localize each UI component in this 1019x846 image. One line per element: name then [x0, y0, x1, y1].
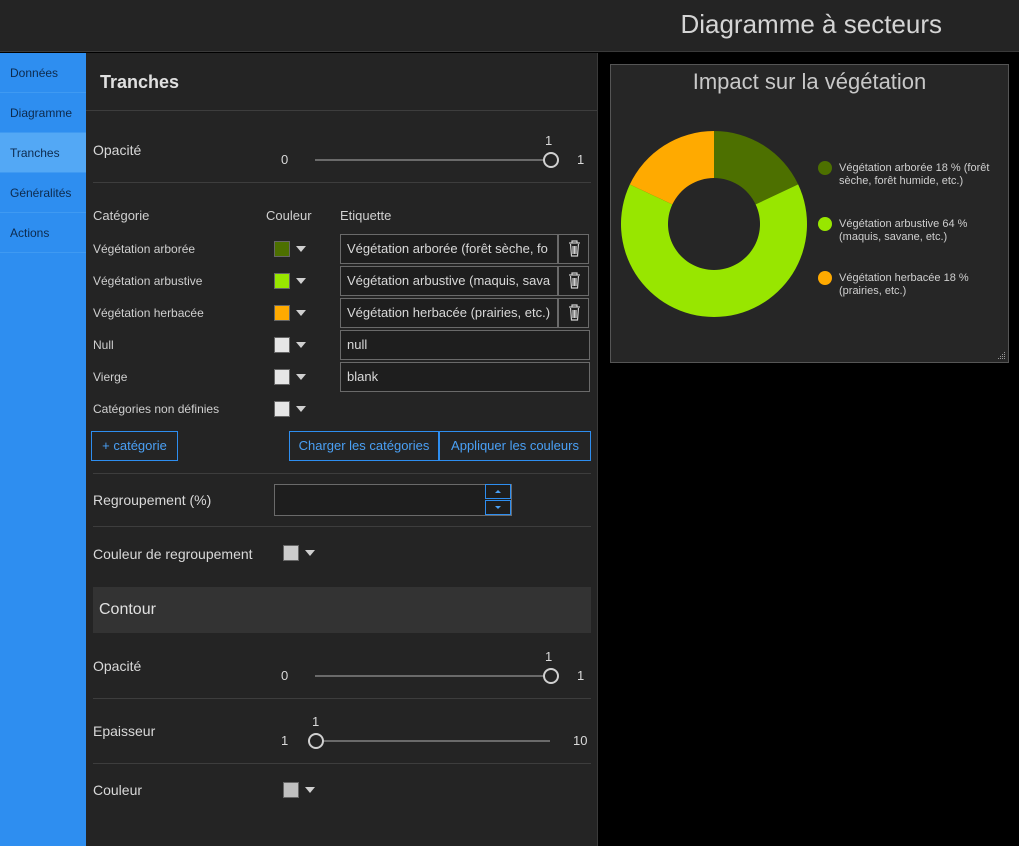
outline-opacity-min: 0 — [281, 668, 289, 683]
opacity-min: 0 — [281, 152, 289, 167]
chart-area: Impact sur la végétation Végétation arbo… — [599, 53, 1019, 846]
nav-item-tranches[interactable]: Tranches — [0, 133, 86, 173]
color-swatch[interactable] — [274, 305, 290, 321]
load-categories-button[interactable]: Charger les catégories — [289, 431, 439, 461]
category-name: Catégories non définies — [93, 402, 220, 416]
pie-slice[interactable] — [621, 184, 807, 317]
chevron-down-icon[interactable] — [305, 550, 315, 556]
chevron-down-icon[interactable] — [296, 310, 306, 316]
thickness-max: 10 — [573, 733, 588, 748]
divider — [93, 473, 591, 474]
slider-thumb[interactable] — [543, 152, 559, 168]
grouping-input[interactable] — [274, 484, 512, 516]
side-navigation: Données Diagramme Tranches Généralités A… — [0, 53, 86, 846]
color-swatch[interactable] — [274, 401, 290, 417]
delete-button[interactable] — [558, 234, 589, 264]
chevron-down-icon[interactable] — [305, 787, 315, 793]
app-title: Diagramme à secteurs — [680, 9, 942, 39]
thickness-value: 1 — [312, 714, 320, 729]
label-header: Etiquette — [340, 208, 392, 223]
grouping-label: Regroupement (%) — [93, 492, 212, 508]
increment-button[interactable] — [485, 484, 511, 499]
outline-color-swatch[interactable] — [283, 782, 299, 798]
chart-container: Impact sur la végétation Végétation arbo… — [610, 64, 1009, 363]
outline-opacity-label: Opacité — [93, 658, 142, 674]
nav-item-generalites[interactable]: Généralités — [0, 173, 86, 213]
slider-thumb[interactable] — [543, 668, 559, 684]
opacity-max: 1 — [577, 152, 585, 167]
chevron-down-icon[interactable] — [296, 374, 306, 380]
nav-item-diagramme[interactable]: Diagramme — [0, 93, 86, 133]
nav-item-actions[interactable]: Actions — [0, 213, 86, 253]
thickness-min: 1 — [281, 733, 289, 748]
chevron-down-icon[interactable] — [296, 246, 306, 252]
outline-color-label: Couleur — [93, 782, 143, 798]
outline-section-header: Contour — [93, 587, 591, 633]
settings-panel: Tranches Opacité 0 1 1 Catégorie Couleur… — [86, 53, 598, 846]
app-header: Diagramme à secteurs — [0, 0, 1019, 52]
decrement-button[interactable] — [485, 500, 511, 515]
outline-opacity-max: 1 — [577, 668, 585, 683]
legend-swatch — [818, 271, 832, 285]
color-swatch[interactable] — [274, 241, 290, 257]
panel-title: Tranches — [86, 53, 597, 111]
nav-item-donnees[interactable]: Données — [0, 53, 86, 93]
outline-opacity-value: 1 — [545, 649, 553, 664]
apply-colors-button[interactable]: Appliquer les couleurs — [439, 431, 591, 461]
category-name: Null — [93, 338, 114, 352]
label-input[interactable]: null — [340, 330, 590, 360]
color-swatch[interactable] — [274, 369, 290, 385]
opacity-slider[interactable]: 1 — [315, 133, 559, 177]
label-input[interactable]: Végétation arbustive (maquis, sava — [340, 266, 558, 296]
category-name: Végétation herbacée — [93, 306, 204, 320]
thickness-slider[interactable]: 1 — [308, 714, 550, 758]
trash-icon — [569, 240, 580, 257]
grouping-color-swatch[interactable] — [283, 545, 299, 561]
delete-button[interactable] — [558, 266, 589, 296]
outline-opacity-slider[interactable]: 1 — [315, 649, 559, 693]
slider-track — [315, 675, 557, 677]
chevron-down-icon[interactable] — [296, 278, 306, 284]
divider — [93, 182, 591, 183]
chevron-down-icon — [495, 506, 501, 509]
legend-label: Végétation arborée 18 % (forêt sèche, fo… — [839, 162, 990, 187]
legend-swatch — [818, 217, 832, 231]
chart-title: Impact sur la végétation — [692, 69, 927, 94]
label-input[interactable]: Végétation arborée (forêt sèche, fo — [340, 234, 558, 264]
category-name: Vierge — [93, 370, 128, 384]
slider-track — [308, 740, 550, 742]
opacity-label: Opacité — [93, 142, 142, 158]
category-name: Végétation arborée — [93, 242, 196, 256]
color-header: Couleur — [266, 208, 312, 223]
label-input[interactable]: blank — [340, 362, 590, 392]
chevron-down-icon[interactable] — [296, 342, 306, 348]
slider-thumb[interactable] — [308, 733, 324, 749]
add-category-button[interactable]: + catégorie — [91, 431, 178, 461]
divider — [93, 526, 591, 527]
color-swatch[interactable] — [274, 337, 290, 353]
legend-swatch — [818, 161, 832, 175]
grouping-color-label: Couleur de regroupement — [93, 546, 253, 562]
divider — [93, 698, 591, 699]
legend-label: Végétation herbacée 18 % (prairies, etc.… — [839, 272, 969, 297]
category-header: Catégorie — [93, 208, 150, 223]
chevron-up-icon — [495, 490, 501, 493]
trash-icon — [569, 304, 580, 321]
divider — [93, 763, 591, 764]
slider-track — [315, 159, 557, 161]
label-input[interactable]: Végétation herbacée (prairies, etc.) — [340, 298, 558, 328]
color-swatch[interactable] — [274, 273, 290, 289]
trash-icon — [569, 272, 580, 289]
resize-grip-icon[interactable] — [996, 350, 1006, 360]
chevron-down-icon[interactable] — [296, 406, 306, 412]
opacity-value: 1 — [545, 133, 553, 148]
delete-button[interactable] — [558, 298, 589, 328]
legend-label: Végétation arbustive 64 % (maquis, savan… — [839, 218, 968, 243]
category-name: Végétation arbustive — [93, 274, 203, 288]
donut-chart — [621, 131, 807, 317]
thickness-label: Epaisseur — [93, 723, 156, 739]
